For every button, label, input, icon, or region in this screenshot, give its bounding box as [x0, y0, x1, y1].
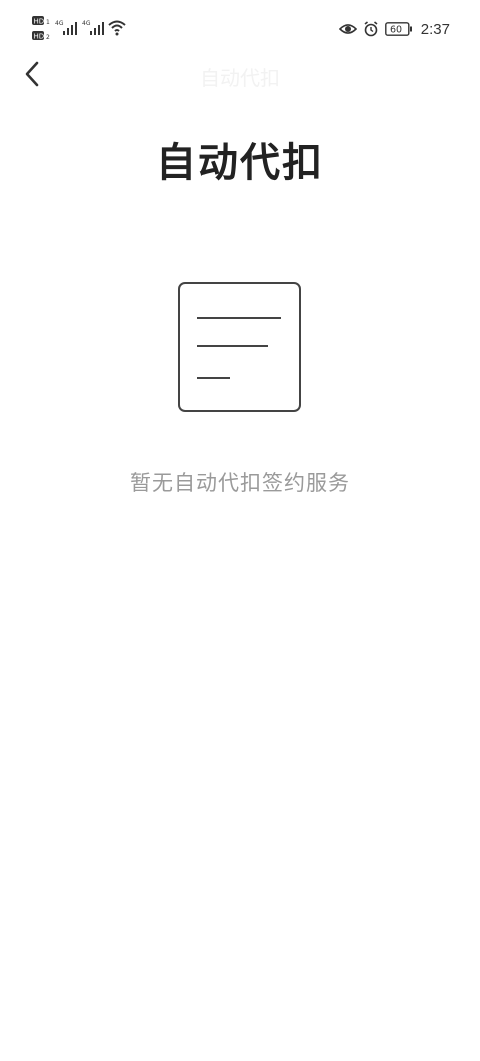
page-title: 自动代扣 [156, 140, 324, 186]
network-indicators: HD 1 HD 2 4G 4G [32, 15, 142, 45]
svg-text:4G: 4G [55, 20, 64, 27]
battery-level: 60 [390, 25, 402, 36]
nav-title: 自动代扣 [200, 66, 280, 90]
svg-text:4G: 4G [82, 20, 91, 27]
battery-icon: 60 [384, 22, 412, 36]
alarm-icon [364, 21, 378, 37]
signal-icon: HD 1 HD 2 4G 4G [32, 16, 126, 41]
svg-text:HD: HD [34, 33, 45, 41]
empty-state-message: 暂无自动代扣签约服务 [130, 471, 350, 495]
document-icon [178, 282, 302, 412]
status-time: 2:37 [420, 20, 450, 38]
eye-icon [338, 24, 357, 34]
nav-bar: 自动代扣 [0, 50, 480, 100]
status-right: 60 2:37 [338, 18, 450, 40]
svg-text:HD: HD [34, 18, 45, 26]
svg-text:2: 2 [46, 34, 50, 41]
svg-text:1: 1 [46, 19, 50, 26]
